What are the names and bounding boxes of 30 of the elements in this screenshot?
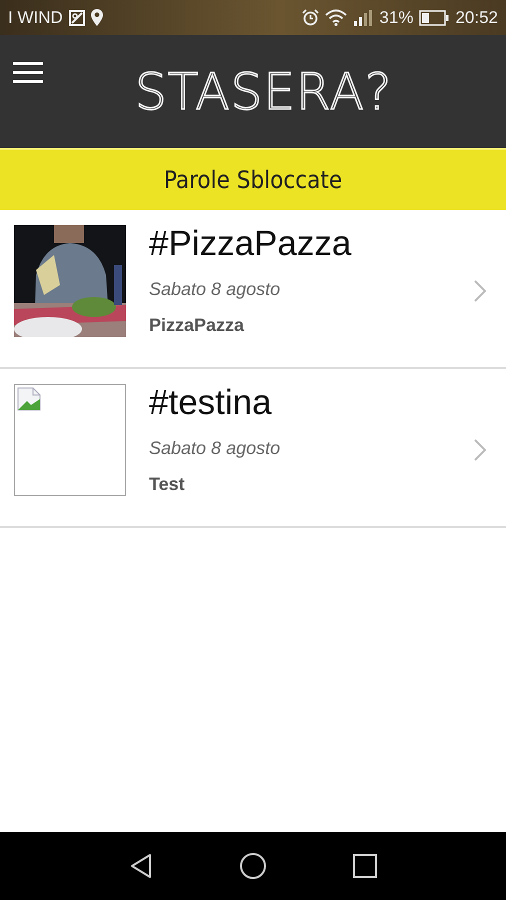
menu-icon [13, 62, 43, 84]
recents-icon [353, 854, 377, 878]
home-button[interactable] [239, 852, 267, 880]
home-icon [239, 852, 267, 880]
signal-icon [353, 10, 374, 26]
list-item[interactable]: #testina Sabato 8 agosto Test [0, 369, 506, 528]
recents-button[interactable] [353, 854, 377, 878]
broken-image-icon [17, 387, 41, 411]
chevron-right-icon [474, 280, 486, 302]
item-place: PizzaPazza [149, 315, 246, 336]
app-title: STASERA? [135, 63, 392, 121]
carrier-name: I WIND [8, 8, 63, 28]
image-icon [68, 10, 85, 26]
alarm-icon [302, 9, 320, 26]
clock-time: 20:52 [455, 8, 498, 28]
menu-button[interactable] [13, 62, 43, 84]
section-banner: Parole Sbloccate [0, 148, 506, 210]
location-icon [90, 9, 103, 26]
back-button[interactable] [129, 853, 153, 879]
battery-icon [419, 10, 450, 26]
back-icon [129, 853, 153, 879]
item-date: Sabato 8 agosto [149, 279, 282, 300]
list-item[interactable]: #PizzaPazza Sabato 8 agosto PizzaPazza [0, 210, 506, 369]
item-title: #testina [149, 384, 273, 422]
wifi-icon [325, 9, 348, 26]
item-title: #PizzaPazza [149, 225, 352, 263]
chevron-right-icon [474, 439, 486, 461]
battery-percent: 31% [379, 8, 414, 28]
item-place: Test [149, 474, 186, 495]
item-date: Sabato 8 agosto [149, 438, 282, 459]
